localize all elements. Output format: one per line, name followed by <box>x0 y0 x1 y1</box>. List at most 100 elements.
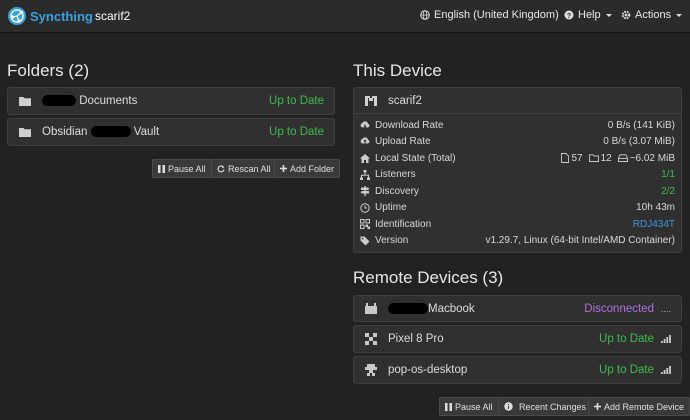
info-label: Upload Rate <box>375 136 431 148</box>
folder-outline-icon <box>588 154 599 163</box>
remote-devices-heading: Remote Devices (3) <box>353 268 504 287</box>
rescan-all-button[interactable]: Rescan All <box>211 159 277 178</box>
info-label: Download Rate <box>375 119 444 131</box>
recent-changes-label: Recent Changes <box>519 401 587 412</box>
folder-name: Documents <box>79 95 138 107</box>
redacted-text <box>42 95 76 107</box>
signpost-icon <box>360 186 370 197</box>
remote-device-row[interactable]: pop-os-desktop Up to Date <box>353 356 682 384</box>
info-label: Listeners <box>375 169 416 181</box>
remote-device-row[interactable]: Pixel 8 Pro Up to Date <box>353 325 682 353</box>
navbar: Syncthing scarif2 English (United Kingdo… <box>0 0 690 33</box>
signal-icon <box>661 366 671 374</box>
plus-icon <box>280 165 287 172</box>
uptime-value: 10h 43m <box>636 202 675 214</box>
local-size: ~6.02 MiB <box>629 152 675 164</box>
info-row-listeners: Listeners 1/1 <box>360 167 675 184</box>
pause-all-folders-button[interactable]: Pause All <box>152 159 212 178</box>
folder-icon <box>18 127 32 137</box>
info-label: Version <box>375 235 409 247</box>
syncthing-logo-icon <box>8 7 26 25</box>
actions-label: Actions <box>635 9 672 21</box>
gear-icon <box>621 10 631 20</box>
info-row-upload-rate: Upload Rate 0 B/s (3.07 MiB) <box>360 134 675 151</box>
folder-name-prefix: Obsidian <box>42 126 88 138</box>
remote-device-status: Up to Date <box>599 333 654 345</box>
pause-all-devices-button[interactable]: Pause All <box>439 397 499 416</box>
cloud-download-icon <box>360 121 370 130</box>
pause-icon <box>158 164 165 173</box>
info-row-uptime: Uptime 10h 43m <box>360 200 675 217</box>
info-row-local-state: Local State (Total) 57 12 ~6.02 MiB <box>360 150 675 167</box>
folder-name: Vault <box>133 126 160 138</box>
info-label: Discovery <box>375 185 419 197</box>
pause-icon <box>445 402 452 411</box>
device-id-link[interactable]: RDJ434T <box>633 219 675 230</box>
add-remote-device-button[interactable]: Add Remote Device <box>588 397 690 416</box>
device-identicon <box>364 303 378 314</box>
info-label: Uptime <box>375 202 407 214</box>
info-row-discovery: Discovery 2/2 <box>360 183 675 200</box>
info-label: Identification <box>375 218 432 230</box>
clock-icon <box>360 203 370 213</box>
info-label: Local State (Total) <box>375 152 456 164</box>
local-files-count: 57 <box>571 152 583 164</box>
folder-label: Documents <box>42 95 269 107</box>
cloud-upload-icon <box>360 137 370 146</box>
device-identicon <box>364 333 378 345</box>
device-identicon <box>364 364 378 376</box>
qrcode-icon <box>360 219 370 230</box>
remote-device-name: Macbook <box>428 302 475 315</box>
this-device-name: scarif2 <box>388 94 422 107</box>
home-icon <box>360 153 370 163</box>
info-row-identification: Identification RDJ434T <box>360 216 675 233</box>
chevron-down-icon <box>605 13 612 17</box>
chevron-down-icon <box>676 13 683 17</box>
plus-icon <box>594 403 601 410</box>
remote-device-status: Disconnected <box>584 302 654 315</box>
discovery-value[interactable]: 2/2 <box>661 186 675 197</box>
info-value: 0 B/s (141 KiB) <box>607 119 675 131</box>
remote-device-name: pop-os-desktop <box>388 364 468 376</box>
device-name-title: scarif2 <box>95 9 131 23</box>
language-label: English (United Kingdom) <box>434 9 559 21</box>
signal-icon <box>661 335 671 343</box>
this-device-panel: scarif2 Download Rate 0 B/s (141 KiB) Up… <box>353 87 682 253</box>
brand[interactable]: Syncthing <box>7 6 93 26</box>
brand-name: Syncthing <box>30 8 93 24</box>
help-dropdown[interactable]: ? Help <box>564 9 612 21</box>
listeners-value[interactable]: 1/1 <box>661 169 675 180</box>
folders-heading: Folders (2) <box>7 61 90 80</box>
redacted-text <box>90 126 131 138</box>
language-dropdown[interactable]: English (United Kingdom) <box>420 9 570 21</box>
remote-device-label: Macbook <box>388 303 584 315</box>
rescan-all-label: Rescan All <box>228 163 271 174</box>
file-icon <box>561 153 570 164</box>
remote-device-status: Up to Date <box>599 364 654 376</box>
info-row-download-rate: Download Rate 0 B/s (141 KiB) <box>360 117 675 134</box>
folder-label: Obsidian Vault <box>42 126 269 138</box>
globe-icon <box>420 10 430 20</box>
info-circle-icon <box>504 402 513 411</box>
hdd-icon <box>617 154 628 163</box>
this-device-info: Download Rate 0 B/s (141 KiB) Upload Rat… <box>354 114 681 249</box>
remote-device-row[interactable]: Macbook Disconnected .... <box>353 295 682 322</box>
folder-row[interactable]: Obsidian Vault Up to Date <box>7 118 335 146</box>
remote-device-name: Pixel 8 Pro <box>388 333 444 345</box>
this-device-header[interactable]: scarif2 <box>354 88 681 114</box>
device-identicon <box>364 95 378 107</box>
tag-icon <box>360 236 370 246</box>
help-label: Help <box>578 9 601 21</box>
folder-row[interactable]: Documents Up to Date <box>7 87 335 115</box>
disconnected-dots-icon: .... <box>660 303 671 314</box>
info-value: 0 B/s (3.07 MiB) <box>603 136 675 148</box>
refresh-icon <box>217 164 225 173</box>
svg-text:?: ? <box>567 13 571 20</box>
local-state-values: 57 12 ~6.02 MiB <box>555 153 675 164</box>
add-folder-button[interactable]: Add Folder <box>274 159 341 178</box>
actions-dropdown[interactable]: Actions <box>621 9 683 21</box>
recent-changes-button[interactable]: Recent Changes <box>498 397 593 416</box>
redacted-text <box>388 302 428 314</box>
add-remote-device-label: Add Remote Device <box>604 401 685 412</box>
local-dirs-count: 12 <box>600 152 612 164</box>
